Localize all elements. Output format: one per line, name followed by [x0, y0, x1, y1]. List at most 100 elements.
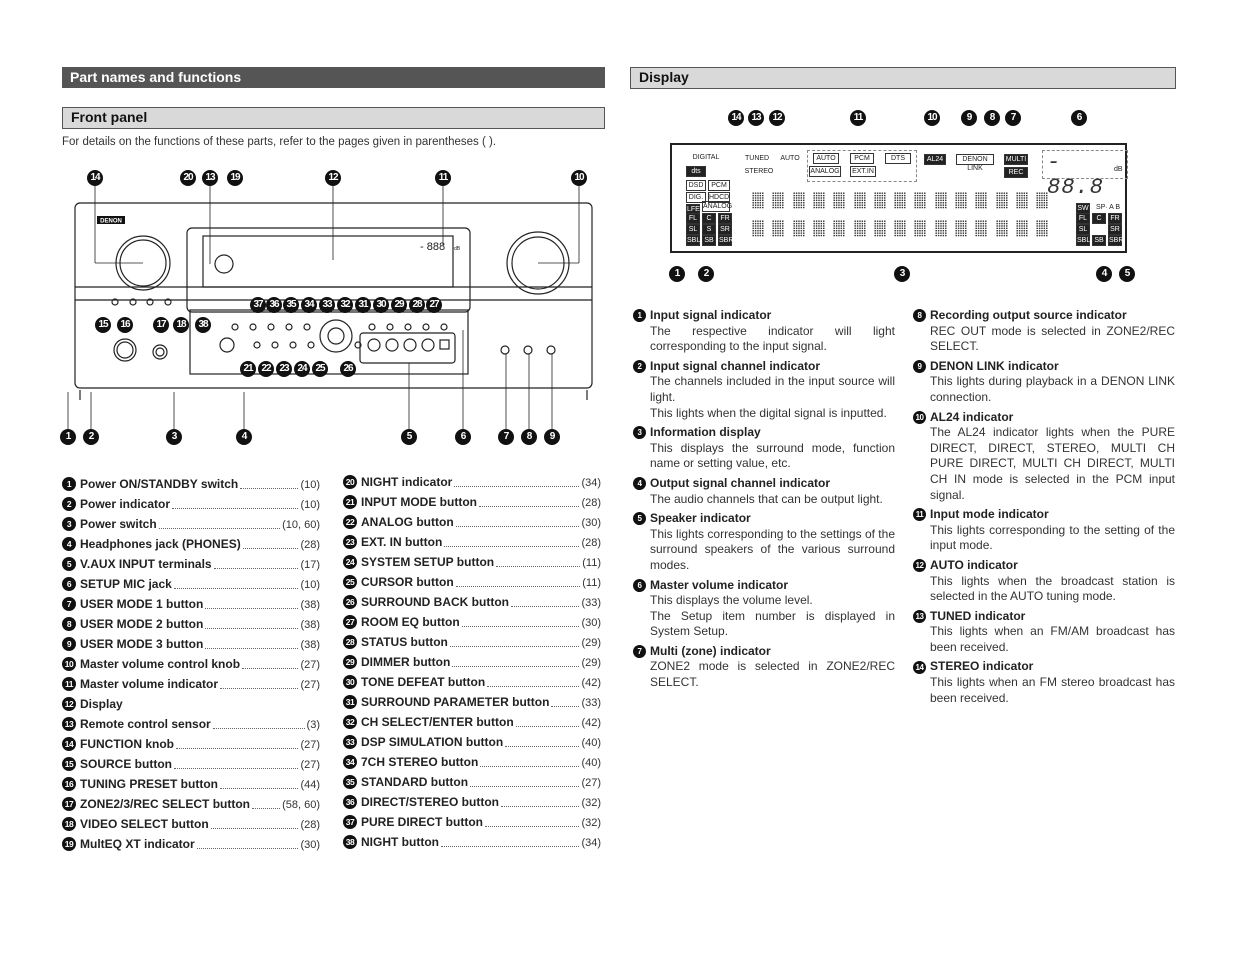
number-badge: 1 — [633, 309, 646, 323]
callout-number: 6 — [1071, 110, 1087, 126]
callout-number: 19 — [227, 170, 243, 186]
callout-number: 2 — [698, 266, 714, 282]
output-channel-indicator: FR — [1108, 213, 1122, 224]
input-channel-indicator: SB — [702, 235, 716, 246]
input-channel-indicator: FR — [718, 213, 732, 224]
callout-number: 34 — [301, 297, 317, 313]
dot-matrix-character — [894, 192, 907, 209]
description-item: 7 Multi (zone) indicator ZONE2 mode is sel… — [633, 644, 895, 691]
page-reference: (32) — [581, 817, 601, 829]
input-channel-indicator: C — [702, 213, 716, 224]
part-name: NIGHT indicator — [361, 475, 453, 489]
list-item: 31 SURROUND PARAMETER button (33) — [343, 692, 601, 712]
page-reference: (38) — [300, 619, 320, 631]
auto-indicator: AUTO — [780, 155, 800, 162]
input-channel-indicator: SL — [686, 224, 700, 235]
dot-leader — [212, 718, 305, 729]
part-name: Headphones jack (PHONES) — [80, 537, 241, 551]
dot-leader — [172, 498, 299, 509]
number-badge: 25 — [343, 575, 357, 589]
number-badge: 11 — [62, 677, 76, 691]
dot-leader — [205, 618, 299, 629]
description-heading: 14 STEREO indicator — [913, 659, 1175, 675]
display-panel-illustration: DIGITAL dts DSD PCM DIG. HDCD LFE ANALOG FL C FR SL… — [670, 143, 1128, 253]
callout-number: 3 — [894, 266, 910, 282]
number-badge: 6 — [62, 577, 76, 591]
part-name: FUNCTION knob — [80, 737, 174, 751]
number-badge: 4 — [633, 477, 646, 491]
part-name: Power indicator — [80, 497, 171, 511]
dot-matrix-character — [1015, 220, 1028, 237]
page-reference: (30) — [581, 517, 601, 529]
front-display-unit: dB — [454, 246, 461, 252]
description-title: AL24 indicator — [930, 409, 1014, 424]
description-body: The audio channels that can be output li… — [650, 491, 883, 506]
callout-number: 31 — [355, 297, 371, 313]
description-title: STEREO indicator — [930, 659, 1034, 674]
number-badge: 6 — [633, 578, 646, 592]
description-item: 4 Output signal channel indicator The audi… — [633, 476, 895, 507]
dot-matrix-character — [772, 192, 785, 209]
output-channel-indicator: SR — [1108, 224, 1122, 235]
number-badge: 37 — [343, 815, 357, 829]
description-item: 5 Speaker indicator This lights correspond… — [633, 511, 895, 573]
input-signal-analog: ANALOG — [702, 201, 733, 212]
number-badge: 9 — [62, 637, 76, 651]
dot-matrix-character — [1036, 192, 1049, 209]
number-badge: 36 — [343, 795, 357, 809]
number-badge: 2 — [62, 497, 76, 511]
page-reference: (28) — [300, 819, 320, 831]
list-item: 27 ROOM EQ button (30) — [343, 612, 601, 632]
callout-number: 35 — [283, 297, 299, 313]
list-item: 26 SURROUND BACK button (33) — [343, 592, 601, 612]
description-heading: 11 Input mode indicator — [913, 507, 1175, 523]
description-title: Information display — [650, 425, 761, 440]
callout-number: 26 — [340, 361, 356, 377]
description-body: This lights corresponding to the setting… — [650, 526, 895, 572]
part-name: PURE DIRECT button — [361, 815, 483, 829]
v-aux-terminals — [359, 332, 456, 364]
volume-readout: - 88.8 — [1047, 150, 1104, 200]
part-name: ROOM EQ button — [361, 615, 460, 629]
callout-number: 27 — [426, 297, 442, 313]
page-reference: (27) — [581, 777, 601, 789]
page-reference: (29) — [581, 657, 601, 669]
list-item: 20 NIGHT indicator (34) — [343, 472, 601, 492]
callout-number: 9 — [544, 429, 560, 445]
speaker-indicator: SP· A B — [1095, 204, 1121, 211]
dot-leader — [452, 656, 580, 667]
description-item: 3 Information display This displays the su… — [633, 425, 895, 472]
callout-number: 23 — [276, 361, 292, 377]
multi-indicator: MULTI — [1004, 154, 1028, 165]
part-name: DIMMER button — [361, 655, 451, 669]
callout-number: 24 — [294, 361, 310, 377]
part-name: SYSTEM SETUP button — [361, 555, 495, 569]
part-name: TONE DEFEAT button — [361, 675, 486, 689]
description-item: 11 Input mode indicator This lights corres… — [913, 507, 1175, 554]
part-name: USER MODE 2 button — [80, 617, 204, 631]
rec-indicator: REC — [1004, 167, 1028, 178]
page-reference: (30) — [300, 839, 320, 851]
callout-number: 18 — [173, 317, 189, 333]
description-item: 12 AUTO indicator This lights when the bro… — [913, 558, 1175, 605]
part-name: SOURCE button — [80, 757, 172, 771]
dot-leader — [485, 816, 580, 827]
page-reference: (27) — [300, 679, 320, 691]
dot-matrix-character — [914, 220, 927, 237]
callout-number: 14 — [728, 110, 744, 126]
dot-matrix-character — [792, 220, 805, 237]
output-channel-indicator: FL — [1076, 213, 1090, 224]
callout-number: 37 — [250, 297, 266, 313]
list-item: 36 DIRECT/STEREO button (32) — [343, 792, 601, 812]
dot-matrix-character — [873, 220, 886, 237]
number-badge: 3 — [62, 517, 76, 531]
number-badge: 11 — [913, 508, 926, 522]
part-name: SETUP MIC jack — [80, 577, 172, 591]
page-reference: (33) — [581, 597, 601, 609]
part-name: STANDARD button — [361, 775, 469, 789]
number-badge: 33 — [343, 735, 357, 749]
callout-number: 4 — [236, 429, 252, 445]
part-name: VIDEO SELECT button — [80, 817, 209, 831]
callout-number: 25 — [312, 361, 328, 377]
description-heading: 2 Input signal channel indicator — [633, 359, 895, 375]
